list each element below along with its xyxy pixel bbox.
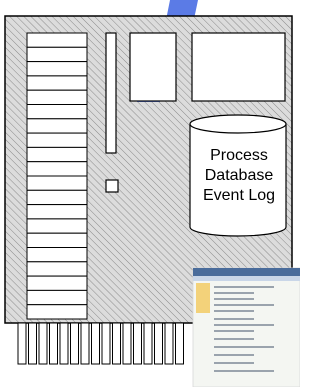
- connector-pin: [17, 322, 27, 365]
- connector-pin: [101, 322, 111, 365]
- right-panel: [191, 32, 286, 102]
- thumbnail-line: [214, 346, 274, 348]
- connector-pin: [164, 322, 174, 365]
- connector-pin: [143, 322, 153, 365]
- middle-panel: [129, 32, 177, 102]
- memory-slot: [26, 161, 88, 177]
- connector-pin: [80, 322, 90, 365]
- connector-pin: [112, 322, 121, 365]
- vertical-bar: [105, 32, 117, 154]
- memory-slot: [26, 146, 88, 163]
- memory-slots: [26, 32, 88, 320]
- memory-slot: [26, 261, 88, 277]
- thumbnail-line: [214, 304, 274, 306]
- thumbnail-line: [214, 330, 254, 332]
- thumbnail-line: [214, 310, 254, 312]
- connector-pin: [49, 322, 58, 365]
- connector-pins: [17, 322, 184, 365]
- connector-pin: [38, 322, 48, 365]
- memory-slot: [26, 304, 88, 320]
- small-square: [105, 179, 119, 193]
- thumbnail-line: [214, 324, 274, 326]
- thumbnail-line: [214, 286, 274, 288]
- memory-slot: [26, 32, 88, 48]
- connector-pin: [154, 322, 163, 365]
- memory-slot: [26, 289, 88, 306]
- memory-slot: [26, 189, 88, 206]
- memory-slot: [26, 118, 88, 134]
- thumbnail-line: [214, 362, 254, 364]
- connector-pin: [91, 322, 100, 365]
- database-label-line-1: Process: [210, 147, 268, 164]
- database-label-line-3: Event Log: [202, 187, 276, 204]
- memory-slot: [26, 61, 88, 77]
- memory-slot: [26, 247, 88, 263]
- thumbnail-line: [214, 370, 274, 372]
- memory-slot: [26, 175, 88, 191]
- connector-pin: [175, 322, 184, 365]
- thumbnail-line: [214, 338, 254, 340]
- memory-slot: [26, 232, 88, 248]
- memory-slot: [26, 218, 88, 234]
- database-label-line-2: Database: [204, 167, 274, 184]
- memory-slot: [26, 204, 88, 220]
- thumbnail-line: [214, 354, 254, 356]
- memory-slot: [26, 75, 88, 91]
- memory-slot: [26, 89, 88, 105]
- connector-pin: [59, 322, 69, 365]
- connector-pin: [28, 322, 37, 365]
- screenshot-thumbnail: [192, 267, 300, 387]
- connector-pin: [70, 322, 79, 365]
- memory-slot: [26, 104, 88, 120]
- database-label: Process Database Event Log: [188, 146, 290, 206]
- thumbnail-line: [214, 292, 254, 294]
- memory-slot: [26, 275, 88, 291]
- thumbnail-line: [214, 298, 254, 300]
- connector-pin: [122, 322, 132, 365]
- thumbnail-line: [214, 318, 254, 320]
- memory-slot: [26, 132, 88, 148]
- connector-pin: [133, 322, 142, 365]
- memory-slot: [26, 46, 88, 63]
